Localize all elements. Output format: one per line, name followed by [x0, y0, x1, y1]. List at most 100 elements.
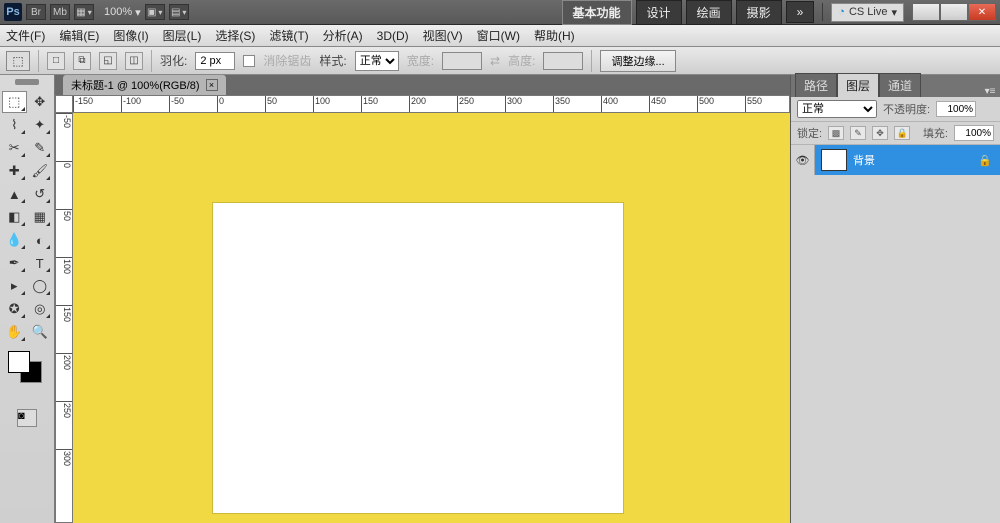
panel-menu-button[interactable]: ▾≡	[984, 86, 1000, 97]
foreground-color[interactable]	[8, 351, 30, 373]
3d-camera-tool[interactable]: ◎	[28, 298, 53, 320]
crop-tool[interactable]: ✂	[2, 137, 27, 159]
blend-row: 正常 不透明度:	[791, 97, 1000, 122]
menu-help[interactable]: 帮助(H)	[534, 27, 575, 44]
bridge-button[interactable]: Br	[26, 4, 46, 20]
pen-tool[interactable]: ✒	[2, 252, 27, 274]
main-menu: 文件(F) 编辑(E) 图像(I) 图层(L) 选择(S) 滤镜(T) 分析(A…	[0, 25, 1000, 47]
cslive-button[interactable]: ◔ CS Live ▾	[831, 3, 904, 22]
style-select[interactable]: 正常	[355, 51, 399, 71]
antialias-label: 消除锯齿	[263, 52, 311, 69]
menu-layer[interactable]: 图层(L)	[163, 27, 202, 44]
workspace: ⬚ ✥ ⌇ ✦ ✂ ✎ ✚ 🖌 ▲ ↺ ◧ ▦ 💧 ◐ ✒ T ▸ ◯ ✪ ◎ …	[0, 75, 1000, 523]
menu-filter[interactable]: 滤镜(T)	[269, 27, 308, 44]
blend-mode-select[interactable]: 正常	[797, 100, 877, 118]
quick-mask-button[interactable]: ◙	[2, 409, 52, 427]
document-tab[interactable]: 未标题-1 @ 100%(RGB/8) ×	[63, 75, 226, 95]
selection-intersect-button[interactable]: ◫	[125, 52, 143, 70]
selection-new-button[interactable]: □	[47, 52, 65, 70]
lock-position-button[interactable]: ✥	[872, 126, 888, 140]
layer-thumbnail[interactable]	[821, 149, 847, 171]
brush-tool[interactable]: 🖌	[28, 160, 53, 182]
window-close-button[interactable]: ✕	[968, 3, 996, 21]
tab-paths[interactable]: 路径	[795, 73, 837, 97]
opacity-input[interactable]	[936, 101, 976, 117]
menu-image[interactable]: 图像(I)	[113, 27, 148, 44]
workspace-more[interactable]: »	[786, 1, 815, 23]
workspace-painting[interactable]: 绘画	[686, 0, 732, 25]
menu-3d[interactable]: 3D(D)	[377, 29, 409, 43]
menu-file[interactable]: 文件(F)	[6, 27, 45, 44]
layers-list: 👁 背景 🔒	[791, 145, 1000, 523]
ruler-horizontal[interactable]: -150-100-5005010015020025030035040045050…	[73, 95, 790, 113]
toolbox: ⬚ ✥ ⌇ ✦ ✂ ✎ ✚ 🖌 ▲ ↺ ◧ ▦ 💧 ◐ ✒ T ▸ ◯ ✪ ◎ …	[0, 75, 55, 523]
screen-mode-button[interactable]: ▣	[145, 4, 165, 20]
style-label: 样式:	[319, 52, 346, 69]
refine-edge-button[interactable]: 调整边缘...	[600, 50, 675, 72]
selection-add-button[interactable]: ⧉	[73, 52, 91, 70]
tab-channels[interactable]: 通道	[879, 73, 921, 97]
gradient-tool[interactable]: ▦	[28, 206, 53, 228]
eraser-tool[interactable]: ◧	[2, 206, 27, 228]
3d-tool[interactable]: ✪	[2, 298, 27, 320]
extras-button[interactable]: ▤	[169, 4, 189, 20]
canvas-viewport[interactable]	[73, 113, 790, 523]
lasso-tool[interactable]: ⌇	[2, 114, 27, 136]
menu-analysis[interactable]: 分析(A)	[323, 27, 363, 44]
history-brush-tool[interactable]: ↺	[28, 183, 53, 205]
current-tool-indicator[interactable]: ⬚	[6, 51, 30, 71]
layer-row[interactable]: 👁 背景 🔒	[791, 145, 1000, 175]
lock-pixels-button[interactable]: ✎	[850, 126, 866, 140]
selection-subtract-button[interactable]: ◱	[99, 52, 117, 70]
fill-input[interactable]	[954, 125, 994, 141]
type-tool[interactable]: T	[28, 252, 53, 274]
ruler-vertical[interactable]: -50050100150200250300	[55, 113, 73, 523]
color-swatches[interactable]	[2, 351, 52, 383]
lock-all-button[interactable]: 🔒	[894, 126, 910, 140]
menu-window[interactable]: 窗口(W)	[477, 27, 520, 44]
marquee-tool[interactable]: ⬚	[2, 91, 27, 113]
window-minimize-button[interactable]: —	[912, 3, 940, 21]
canvas-artboard[interactable]	[213, 203, 623, 513]
arrange-docs-button[interactable]: ▦	[74, 4, 94, 20]
width-input	[442, 52, 482, 70]
healing-tool[interactable]: ✚	[2, 160, 27, 182]
zoom-tool[interactable]: 🔍	[28, 321, 53, 343]
path-select-tool[interactable]: ▸	[2, 275, 27, 297]
feather-input[interactable]	[195, 52, 235, 70]
zoom-level[interactable]: 100%▾	[104, 6, 141, 19]
antialias-checkbox[interactable]	[243, 55, 255, 67]
lock-label: 锁定:	[797, 125, 822, 141]
chevron-down-icon: ▾	[891, 6, 897, 19]
window-maximize-button[interactable]: ☐	[940, 3, 968, 21]
hand-tool[interactable]: ✋	[2, 321, 27, 343]
workspace-design[interactable]: 设计	[636, 0, 682, 25]
app-titlebar: Ps Br Mb ▦ 100%▾ ▣ ▤ 基本功能 设计 绘画 摄影 » ◔ C…	[0, 0, 1000, 25]
ruler-origin[interactable]	[55, 95, 73, 113]
menu-select[interactable]: 选择(S)	[215, 27, 255, 44]
blur-tool[interactable]: 💧	[2, 229, 27, 251]
fill-label: 填充:	[923, 125, 948, 141]
document-tabs: 未标题-1 @ 100%(RGB/8) ×	[55, 75, 790, 95]
menu-view[interactable]: 视图(V)	[423, 27, 463, 44]
photoshop-icon: Ps	[4, 3, 22, 21]
workspace-photography[interactable]: 摄影	[736, 0, 782, 25]
minibridge-button[interactable]: Mb	[50, 4, 70, 20]
shape-tool[interactable]: ◯	[28, 275, 53, 297]
quick-select-tool[interactable]: ✦	[28, 114, 53, 136]
document-area: 未标题-1 @ 100%(RGB/8) × -150-100-500501001…	[55, 75, 790, 523]
lock-icon: 🔒	[978, 154, 992, 167]
lock-transparency-button[interactable]: ▩	[828, 126, 844, 140]
dodge-tool[interactable]: ◐	[28, 229, 53, 251]
width-label: 宽度:	[407, 52, 434, 69]
toolbox-grip[interactable]	[2, 79, 52, 89]
tab-layers[interactable]: 图层	[837, 73, 879, 97]
menu-edit[interactable]: 编辑(E)	[59, 27, 99, 44]
eyedropper-tool[interactable]: ✎	[28, 137, 53, 159]
close-tab-button[interactable]: ×	[206, 79, 218, 91]
stamp-tool[interactable]: ▲	[2, 183, 27, 205]
visibility-toggle[interactable]: 👁	[791, 145, 815, 175]
move-tool[interactable]: ✥	[28, 91, 53, 113]
workspace-essentials[interactable]: 基本功能	[562, 0, 632, 25]
cslive-icon: ◔	[838, 6, 845, 18]
